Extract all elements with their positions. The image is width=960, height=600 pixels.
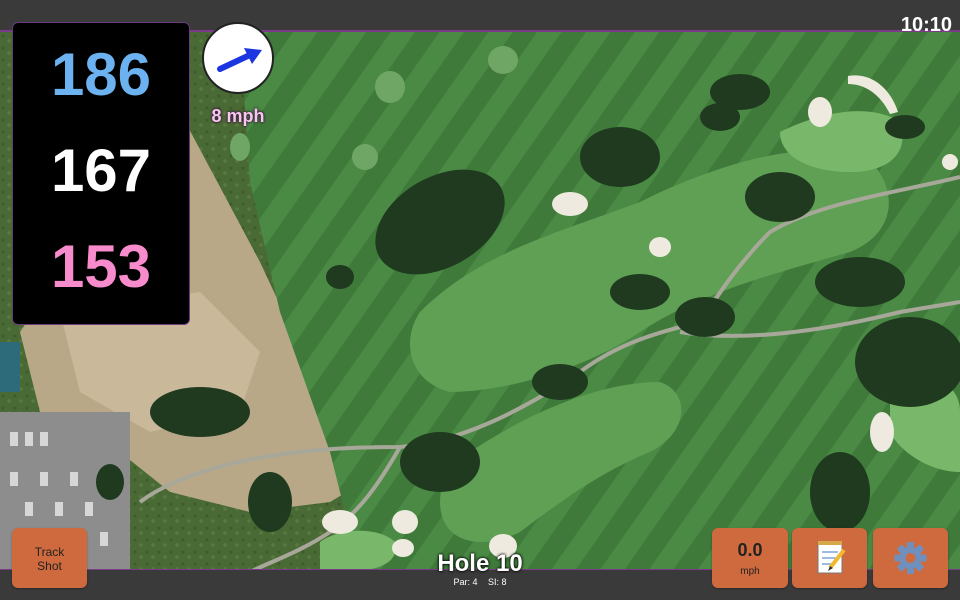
- speed-value: 0.0: [737, 540, 763, 560]
- wind-indicator[interactable]: [202, 22, 274, 94]
- par-label: Par: 4: [453, 577, 478, 587]
- speed-button[interactable]: 0.0 mph: [712, 528, 788, 588]
- back-distance: 186: [50, 41, 152, 108]
- notepad-icon: [817, 541, 846, 574]
- front-distance: 153: [50, 233, 152, 300]
- wind-arrow-icon: [217, 48, 262, 72]
- hole-title: Hole 10: [437, 550, 523, 577]
- status-clock: 10:10: [900, 14, 952, 36]
- hole-info: Par: 4 SI: 8: [420, 577, 540, 587]
- speed-unit: mph: [740, 566, 760, 577]
- gear-icon: [894, 542, 927, 574]
- distance-panel: 186 167 153: [12, 22, 190, 325]
- middle-distance: 167: [50, 137, 152, 204]
- wind-speed-label: 8 mph: [211, 106, 265, 126]
- settings-button[interactable]: [873, 528, 948, 588]
- track-shot-button[interactable]: Track Shot: [12, 528, 87, 588]
- track-shot-label-line2: Shot: [37, 559, 62, 573]
- stroke-index-label: SI: 8: [488, 577, 507, 587]
- track-shot-label-line1: Track: [34, 545, 65, 559]
- notes-button[interactable]: [792, 528, 867, 588]
